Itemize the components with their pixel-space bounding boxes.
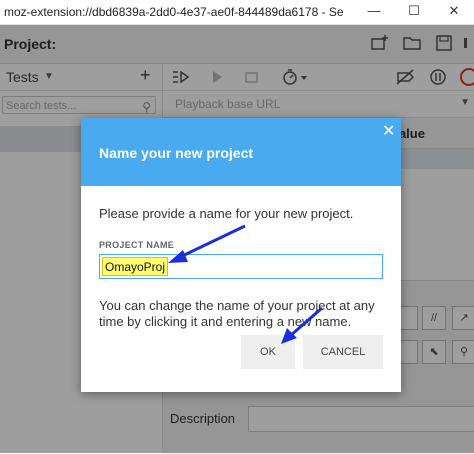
arrow-to-input-icon [168, 224, 246, 263]
arrow-to-ok-icon [281, 306, 323, 344]
annotation-arrows [168, 224, 323, 344]
